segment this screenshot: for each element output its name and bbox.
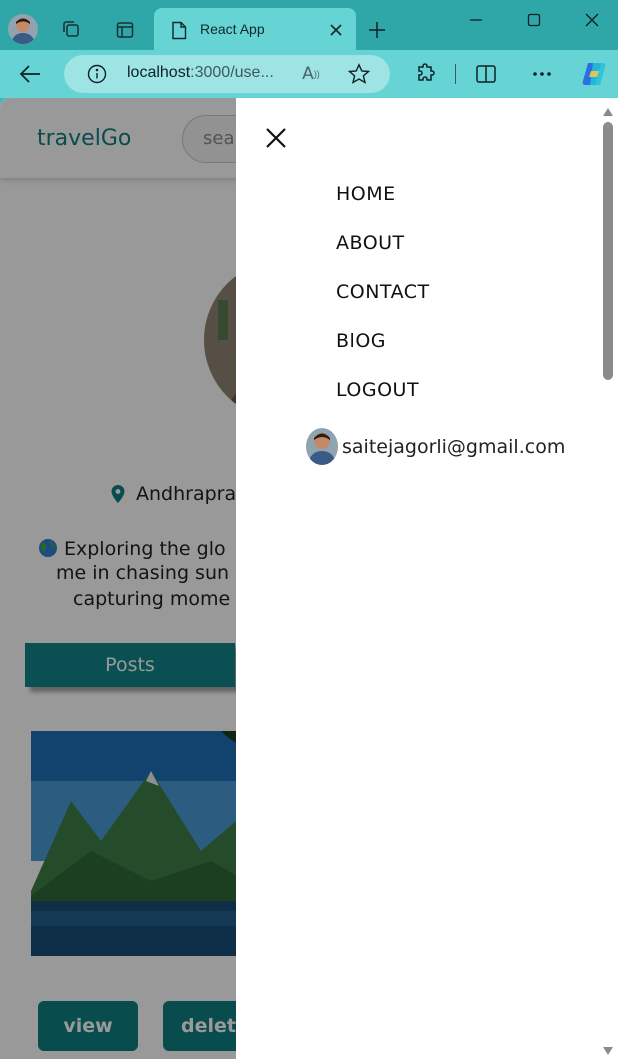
site-info-icon[interactable] (86, 63, 108, 85)
side-menu: HOME ABOUT CONTACT BlOG LOGOUT saitejago… (236, 98, 618, 1059)
extensions-icon[interactable] (414, 62, 438, 86)
minimize-button[interactable] (456, 8, 496, 32)
workspaces-icon[interactable] (60, 18, 82, 40)
scroll-up-icon[interactable] (602, 104, 614, 116)
copilot-icon[interactable] (578, 58, 610, 90)
split-screen-icon[interactable] (474, 62, 498, 86)
user-email: saitejagorli@gmail.com (342, 435, 566, 458)
user-info[interactable]: saitejagorli@gmail.com (306, 428, 565, 465)
browser-tab-bar: React App (0, 0, 618, 50)
close-menu-icon[interactable] (264, 126, 288, 150)
back-arrow-icon[interactable] (18, 62, 42, 86)
close-window-button[interactable] (572, 8, 612, 32)
url-text[interactable]: localhost:3000/use... (127, 64, 274, 82)
close-tab-icon[interactable] (328, 22, 344, 38)
maximize-button[interactable] (514, 8, 554, 32)
favorite-star-icon[interactable] (347, 62, 371, 86)
user-avatar (306, 428, 338, 465)
page-viewport: travelGo sea Andhrapra Exploring the glo… (0, 98, 618, 1059)
page-icon (170, 20, 188, 40)
menu-item-home[interactable]: HOME (336, 183, 396, 205)
menu-item-about[interactable]: ABOUT (336, 232, 405, 254)
scroll-down-icon[interactable] (602, 1043, 614, 1055)
browser-profile-avatar[interactable] (8, 14, 38, 44)
menu-item-contact[interactable]: CONTACT (336, 281, 430, 303)
toolbar-divider (455, 64, 456, 84)
tab-title: React App (200, 21, 265, 37)
tab-react-app[interactable]: React App (154, 8, 356, 50)
new-tab-icon[interactable] (366, 19, 388, 41)
more-options-icon[interactable] (530, 62, 554, 86)
read-aloud-icon[interactable]: A)) (298, 62, 324, 86)
menu-item-logout[interactable]: LOGOUT (336, 379, 419, 401)
menu-item-blog[interactable]: BlOG (336, 330, 386, 352)
scrollbar-thumb[interactable] (603, 122, 613, 380)
tab-actions-icon[interactable] (114, 19, 136, 41)
